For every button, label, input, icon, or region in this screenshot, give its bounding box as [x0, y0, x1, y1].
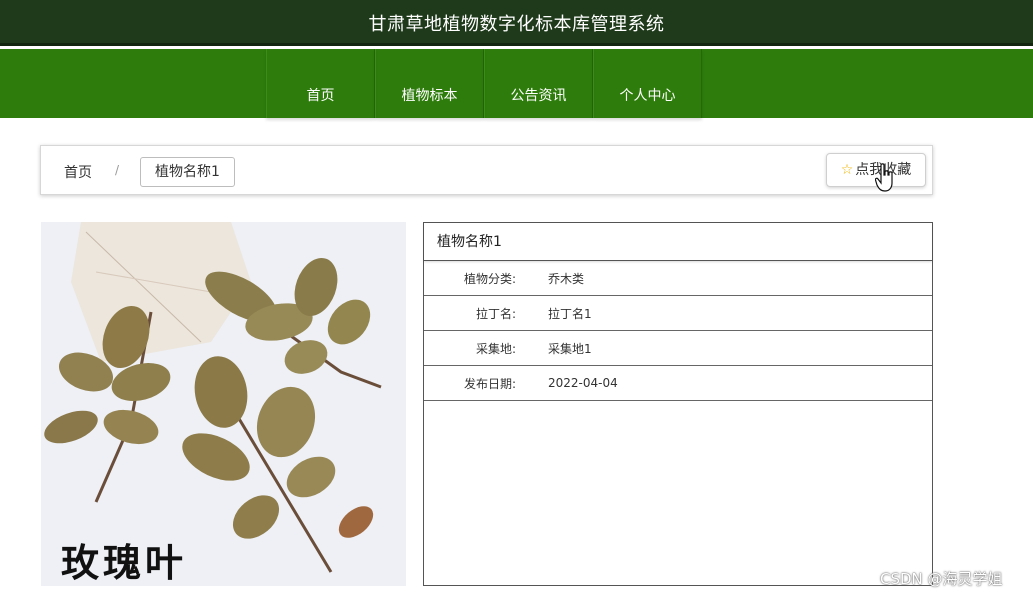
breadcrumb: 首页 / 植物名称1 ☆点我收藏: [40, 145, 933, 195]
detail-title: 植物名称1: [424, 223, 932, 261]
watermark: CSDN @海灵学姐: [880, 570, 1003, 588]
plant-detail-panel: 植物名称1 植物分类: 乔木类 拉丁名: 拉丁名1 采集地: 采集地1 发布日期…: [423, 222, 933, 586]
detail-row: 发布日期: 2022-04-04: [424, 366, 932, 401]
detail-value-publish-date: 2022-04-04: [548, 376, 618, 390]
nav-item-announcements[interactable]: 公告资讯: [484, 49, 593, 118]
detail-label-category: 植物分类:: [463, 271, 516, 286]
nav-item-home[interactable]: 首页: [266, 49, 375, 118]
main-nav: 首页 植物标本 公告资讯 个人中心: [0, 49, 1033, 118]
star-icon: ☆: [840, 162, 854, 178]
detail-row: 采集地: 采集地1: [424, 331, 932, 366]
detail-row: 拉丁名: 拉丁名1: [424, 296, 932, 331]
breadcrumb-current: 植物名称1: [140, 157, 235, 187]
detail-label-publish-date: 发布日期:: [463, 376, 516, 391]
app-header: 甘肃草地植物数字化标本库管理系统: [0, 0, 1033, 46]
hand-cursor-icon: [875, 163, 893, 192]
detail-row: 植物分类: 乔木类: [424, 261, 932, 296]
detail-value-collection-site: 采集地1: [548, 341, 592, 356]
detail-value-category: 乔木类: [548, 271, 585, 286]
app-title: 甘肃草地植物数字化标本库管理系统: [368, 14, 665, 35]
detail-label-latin-name: 拉丁名:: [475, 306, 516, 321]
breadcrumb-home-link[interactable]: 首页: [64, 162, 92, 182]
specimen-image: 玫瑰叶: [41, 222, 406, 586]
detail-value-latin-name: 拉丁名1: [548, 306, 592, 321]
nav-item-plant-specimens[interactable]: 植物标本: [375, 49, 484, 118]
detail-label-collection-site: 采集地:: [475, 341, 516, 356]
breadcrumb-separator: /: [115, 163, 120, 177]
nav-item-user-center[interactable]: 个人中心: [593, 49, 702, 118]
image-caption: 玫瑰叶: [61, 540, 188, 585]
